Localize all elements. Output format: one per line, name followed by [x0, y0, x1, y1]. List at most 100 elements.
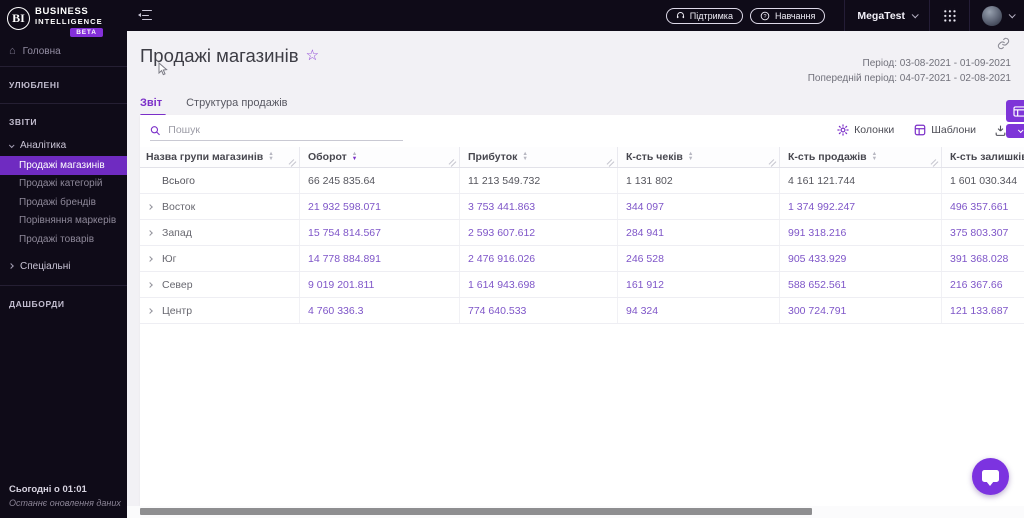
- sort-icon[interactable]: ▲ ▼: [522, 152, 528, 162]
- help-circle-icon: ?: [760, 11, 770, 20]
- sidebar-item-product-sales[interactable]: Продажі товарів: [0, 230, 127, 249]
- expand-row-icon[interactable]: [147, 203, 153, 210]
- apps-grid-icon[interactable]: [942, 8, 957, 23]
- chevron-down-icon: [8, 141, 15, 148]
- table-row[interactable]: Центр 4 760 336.3 774 640.533 94 324 300 724…: [140, 298, 1024, 324]
- table-row[interactable]: Всього 66 245 835.64 11 213 549.732 1 131 8…: [140, 168, 1024, 194]
- cell-group-name: Юг: [140, 246, 300, 271]
- training-button[interactable]: ? Навчання: [749, 7, 826, 24]
- column-resize-handle[interactable]: [448, 159, 457, 167]
- share-link-icon[interactable]: [997, 37, 1010, 50]
- column-resize-handle[interactable]: [930, 159, 939, 167]
- sidebar-section-favorites[interactable]: УЛЮБЛЕНІ: [0, 72, 127, 98]
- columns-button[interactable]: Колонки: [837, 124, 894, 136]
- column-header[interactable]: К-сть залишків на: [942, 147, 1024, 167]
- sidebar-item-category-sales[interactable]: Продажі категорій: [0, 175, 127, 194]
- table-header-row: Назва групи магазинів ▲ ▼ Оборот ▲ ▼ Прибуток ▲…: [140, 147, 1024, 168]
- expand-row-icon[interactable]: [147, 255, 153, 262]
- scrollbar-thumb[interactable]: [140, 508, 812, 515]
- cell-value: 2 593 607.612: [460, 220, 618, 245]
- table-row[interactable]: Север 9 019 201.811 1 614 943.698 161 912 58…: [140, 272, 1024, 298]
- expand-row-icon[interactable]: [147, 281, 153, 288]
- sidebar-section-reports[interactable]: ЗВІТИ: [0, 109, 127, 135]
- cell-value: 161 912: [618, 272, 780, 297]
- search-input[interactable]: [166, 123, 403, 137]
- cell-value: 1 374 992.247: [780, 194, 942, 219]
- cell-value: 774 640.533: [460, 298, 618, 323]
- column-header[interactable]: Назва групи магазинів ▲ ▼: [140, 147, 300, 167]
- column-header-label: Назва групи магазинів: [146, 151, 264, 163]
- sort-icon[interactable]: ▲ ▼: [268, 152, 274, 162]
- workspace-selector[interactable]: MegaTest: [857, 10, 919, 22]
- side-panel-toggle: [1006, 100, 1024, 138]
- cell-value: 2 476 916.026: [460, 246, 618, 271]
- collapse-panel-button[interactable]: [1006, 124, 1024, 138]
- cell-group-name: Центр: [140, 298, 300, 323]
- support-button[interactable]: Підтримка: [665, 7, 743, 24]
- cell-value: 4 161 121.744: [780, 168, 942, 193]
- column-resize-handle[interactable]: [606, 159, 615, 167]
- cell-value: 246 528: [618, 246, 780, 271]
- column-header-label: К-сть залишків на: [950, 151, 1024, 163]
- app-logo: BI BUSINESS INTELLIGENCE BETA: [0, 0, 127, 37]
- column-header-label: К-сть чеків: [626, 151, 683, 163]
- table-row[interactable]: Восток 21 932 598.071 3 753 441.863 344 097…: [140, 194, 1024, 220]
- cell-value: 121 133.687: [942, 298, 1024, 323]
- column-resize-handle[interactable]: [288, 159, 297, 167]
- column-header[interactable]: К-сть чеків ▲ ▼: [618, 147, 780, 167]
- sidebar: BI BUSINESS INTELLIGENCE BETA ⌂ Головна …: [0, 0, 127, 518]
- sidebar-nav-list: Продажі магазинів Продажі категорій Продаж…: [0, 156, 127, 249]
- sort-icon[interactable]: ▲ ▼: [872, 152, 878, 162]
- cell-value: 21 932 598.071: [300, 194, 460, 219]
- sidebar-item-home[interactable]: ⌂ Головна: [0, 41, 127, 61]
- gear-icon: [837, 124, 849, 136]
- chevron-down-icon[interactable]: [1008, 11, 1016, 19]
- chat-button[interactable]: [972, 458, 1009, 495]
- panel-icon: [1013, 105, 1024, 117]
- divider: [0, 284, 127, 286]
- filters-panel-button[interactable]: [1006, 100, 1024, 122]
- collapse-sidebar-icon[interactable]: [138, 9, 153, 22]
- tab-sales-structure[interactable]: Структура продажів: [186, 97, 287, 117]
- cell-group-name: Запад: [140, 220, 300, 245]
- svg-text:?: ?: [763, 13, 766, 19]
- templates-button[interactable]: Шаблони: [914, 124, 976, 136]
- column-header[interactable]: К-сть продажів ▲ ▼: [780, 147, 942, 167]
- column-header[interactable]: Прибуток ▲ ▼: [460, 147, 618, 167]
- sidebar-group-analytics[interactable]: Аналітика: [0, 135, 127, 156]
- bi-logo-icon: BI: [7, 7, 30, 30]
- cell-value: 1 614 943.698: [460, 272, 618, 297]
- cell-value: 1 601 030.344: [942, 168, 1024, 193]
- tab-report[interactable]: Звіт: [140, 97, 167, 117]
- divider: [844, 0, 846, 31]
- sort-icon[interactable]: ▲ ▼: [352, 152, 358, 162]
- column-resize-handle[interactable]: [768, 159, 777, 167]
- cell-value: 3 753 441.863: [460, 194, 618, 219]
- expand-row-icon[interactable]: [147, 307, 153, 314]
- cell-group-name: Всього: [140, 168, 300, 193]
- headset-icon: [676, 12, 684, 19]
- brand-line2: INTELLIGENCE: [35, 17, 103, 26]
- sort-icon[interactable]: ▲ ▼: [688, 152, 694, 162]
- avatar[interactable]: [982, 5, 1002, 26]
- sidebar-item-store-sales[interactable]: Продажі магазинів: [0, 156, 127, 175]
- sidebar-item-marker-comparison[interactable]: Порівняння маркерів: [0, 212, 127, 231]
- table-body: Всього 66 245 835.64 11 213 549.732 1 131 8…: [140, 168, 1024, 324]
- topbar: Підтримка ? Навчання MegaTest: [127, 0, 1024, 31]
- table-row[interactable]: Юг 14 778 884.891 2 476 916.026 246 528 905 …: [140, 246, 1024, 272]
- column-header[interactable]: Оборот ▲ ▼: [300, 147, 460, 167]
- sidebar-section-dashboards[interactable]: ДАШБОРДИ: [0, 291, 127, 317]
- sidebar-item-brand-sales[interactable]: Продажі брендів: [0, 193, 127, 212]
- search-box[interactable]: [150, 123, 403, 141]
- cell-value: 14 778 884.891: [300, 246, 460, 271]
- cell-value: 284 941: [618, 220, 780, 245]
- expand-row-icon[interactable]: [147, 229, 153, 236]
- cell-value: 15 754 814.567: [300, 220, 460, 245]
- table-row[interactable]: Запад 15 754 814.567 2 593 607.612 284 941 9…: [140, 220, 1024, 246]
- chat-bubble-icon: [982, 469, 999, 486]
- last-update-time: Сьогодні о 01:01: [9, 484, 87, 495]
- favorite-star-icon[interactable]: ☆: [306, 46, 319, 64]
- cell-value: 344 097: [618, 194, 780, 219]
- template-icon: [914, 124, 926, 136]
- sidebar-group-special[interactable]: Спеціальні: [0, 256, 127, 277]
